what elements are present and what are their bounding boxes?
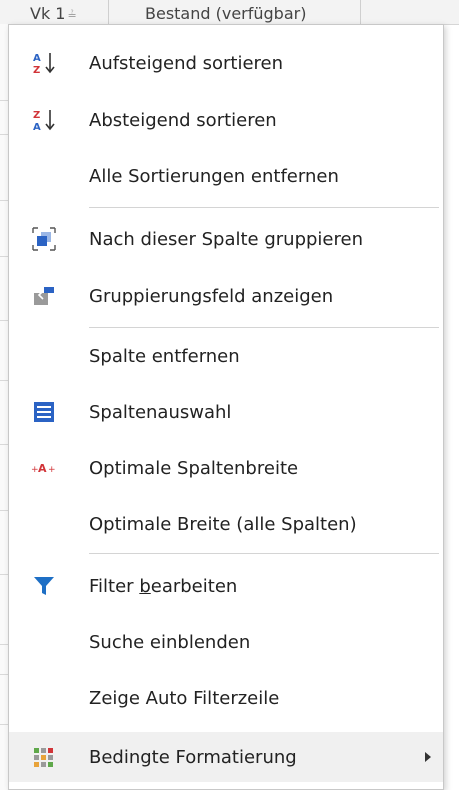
label-part: Filter bbox=[89, 575, 140, 597]
menu-item-show-search[interactable]: Suche einblenden bbox=[9, 619, 443, 665]
accelerator-key: b bbox=[139, 575, 151, 597]
group-by-column-icon bbox=[31, 226, 57, 252]
column-header-vk1-label: Vk 1 bbox=[30, 4, 66, 23]
menu-item-label: Spalte entfernen bbox=[89, 345, 240, 367]
label-part: earbeiten bbox=[150, 575, 238, 597]
menu-item-label: Nach dieser Spalte gruppieren bbox=[89, 228, 363, 250]
menu-item-label: Alle Sortierungen entfernen bbox=[89, 165, 339, 187]
column-header-bestand[interactable]: Bestand (verfügbar) bbox=[145, 4, 306, 23]
svg-text:A: A bbox=[33, 122, 41, 133]
menu-item-remove-all-sorting[interactable]: Alle Sortierungen entfernen bbox=[9, 153, 443, 199]
svg-text:+: + bbox=[48, 465, 56, 475]
column-separator[interactable] bbox=[108, 0, 109, 24]
column-header-vk1[interactable]: Vk 1 ≟ bbox=[30, 4, 77, 23]
svg-text:Z: Z bbox=[33, 65, 40, 76]
sort-ascending-icon: A Z bbox=[31, 50, 57, 76]
menu-item-label: Bedingte Formatierung bbox=[89, 746, 297, 768]
menu-item-label: Gruppierungsfeld anzeigen bbox=[89, 285, 334, 307]
menu-item-show-auto-filter-row[interactable]: Zeige Auto Filterzeile bbox=[9, 675, 443, 721]
column-separator[interactable] bbox=[360, 0, 361, 24]
svg-text:Z: Z bbox=[33, 110, 40, 121]
menu-item-best-fit-all-columns[interactable]: Optimale Breite (alle Spalten) bbox=[9, 501, 443, 547]
menu-item-label: Suche einblenden bbox=[89, 631, 251, 653]
submenu-arrow-icon bbox=[425, 752, 431, 762]
menu-item-label: Filter bearbeiten bbox=[89, 576, 237, 597]
menu-item-column-chooser[interactable]: Spaltenauswahl bbox=[9, 389, 443, 435]
svg-text:A: A bbox=[33, 53, 41, 64]
menu-item-best-fit-column[interactable]: + A + Optimale Spaltenbreite bbox=[9, 445, 443, 491]
menu-divider bbox=[89, 207, 439, 208]
menu-item-group-by-column[interactable]: Nach dieser Spalte gruppieren bbox=[9, 216, 443, 262]
menu-item-edit-filter[interactable]: Filter bearbeiten bbox=[9, 563, 443, 609]
sort-descending-icon: Z A bbox=[31, 107, 57, 133]
group-panel-icon bbox=[31, 283, 57, 309]
best-fit-icon: + A + bbox=[31, 455, 57, 481]
menu-item-show-group-panel[interactable]: Gruppierungsfeld anzeigen bbox=[9, 273, 443, 319]
menu-item-sort-descending[interactable]: Z A Absteigend sortieren bbox=[9, 97, 443, 143]
menu-item-conditional-formatting[interactable]: Bedingte Formatierung bbox=[9, 732, 443, 782]
menu-item-label: Aufsteigend sortieren bbox=[89, 52, 284, 74]
column-sort-indicator-icon: ≟ bbox=[67, 9, 77, 22]
menu-item-label: Optimale Spaltenbreite bbox=[89, 457, 299, 479]
grid-header: Vk 1 ≟ Bestand (verfügbar) bbox=[0, 0, 459, 25]
column-context-menu: A Z Aufsteigend sortieren Z A Absteigend… bbox=[8, 24, 444, 790]
menu-item-label: Zeige Auto Filterzeile bbox=[89, 687, 280, 709]
menu-item-remove-column[interactable]: Spalte entfernen bbox=[9, 333, 443, 379]
menu-divider bbox=[89, 327, 439, 328]
menu-item-label: Optimale Breite (alle Spalten) bbox=[89, 513, 357, 535]
svg-text:A: A bbox=[38, 462, 47, 475]
column-chooser-icon bbox=[31, 399, 57, 425]
menu-item-label: Absteigend sortieren bbox=[89, 109, 277, 131]
grid-row-strip bbox=[0, 24, 8, 790]
filter-icon bbox=[31, 573, 57, 599]
conditional-format-icon bbox=[31, 744, 57, 770]
menu-item-label: Spaltenauswahl bbox=[89, 401, 232, 423]
menu-divider bbox=[89, 553, 439, 554]
menu-item-sort-ascending[interactable]: A Z Aufsteigend sortieren bbox=[9, 40, 443, 86]
